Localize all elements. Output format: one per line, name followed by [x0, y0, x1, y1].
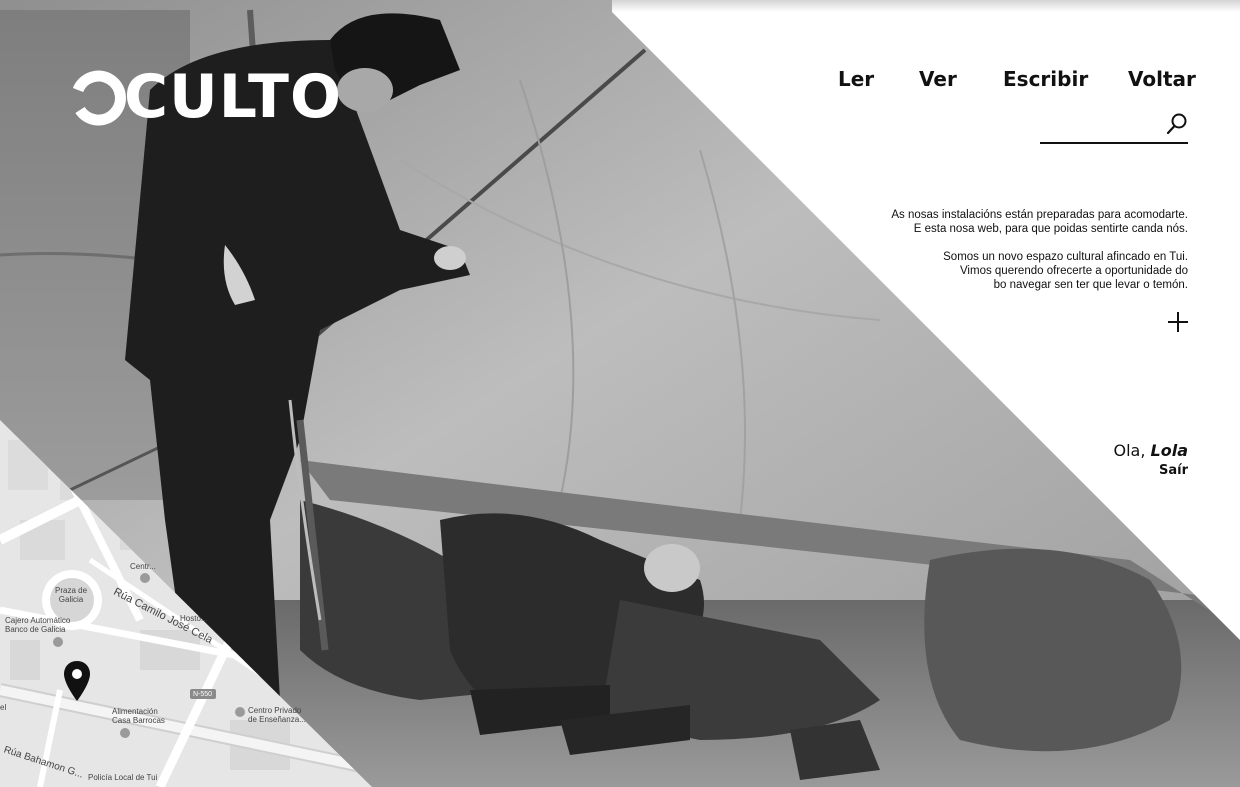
map-label-atm: Cajero Automático Banco de Galicia: [5, 616, 71, 634]
search-box: [1040, 110, 1188, 144]
map-label-police: Policía Local de Tui: [88, 773, 158, 782]
map-pin-icon[interactable]: [63, 660, 91, 702]
nav-item-ler[interactable]: Ler: [838, 66, 874, 92]
map-label-plaza: Praza de Galicia: [55, 586, 88, 604]
intro-text: As nosas instalacións están preparadas p…: [868, 208, 1188, 306]
page: Praza de Galicia Cajero Automático Banco…: [0, 0, 1240, 787]
plus-icon[interactable]: [1166, 310, 1190, 334]
nav-item-voltar[interactable]: Voltar: [1128, 66, 1196, 92]
logo-o-mark: [72, 70, 126, 126]
map-label-edge: el: [0, 703, 7, 712]
search-input[interactable]: [1040, 114, 1164, 140]
map-label-shop: Alimentación Casa Barrocas: [112, 707, 165, 725]
nav-item-escribir[interactable]: Escribir: [1003, 66, 1088, 92]
map-label-hostal: Hosto...: [180, 614, 208, 623]
map-label-road-code: N-550: [193, 691, 213, 698]
user-greeting: Ola, Lola Saír: [1114, 440, 1188, 480]
search-icon[interactable]: [1166, 112, 1188, 136]
user-name: Lola: [1150, 441, 1188, 460]
map-label-centro: Centr...: [130, 562, 156, 571]
nav-item-ver[interactable]: Ver: [919, 66, 957, 92]
map-label-school: Centro Privado de Enseñanza...: [248, 706, 306, 724]
intro-paragraph-2: Somos un novo espazo cultural afincado e…: [943, 251, 1188, 291]
greeting-line: Ola, Lola: [1114, 440, 1188, 462]
intro-paragraph-1: As nosas instalacións están preparadas p…: [891, 209, 1188, 235]
logo-text: CULTO: [124, 62, 342, 132]
logout-link[interactable]: Saír: [1114, 462, 1188, 480]
greeting-prefix: Ola,: [1113, 441, 1151, 460]
